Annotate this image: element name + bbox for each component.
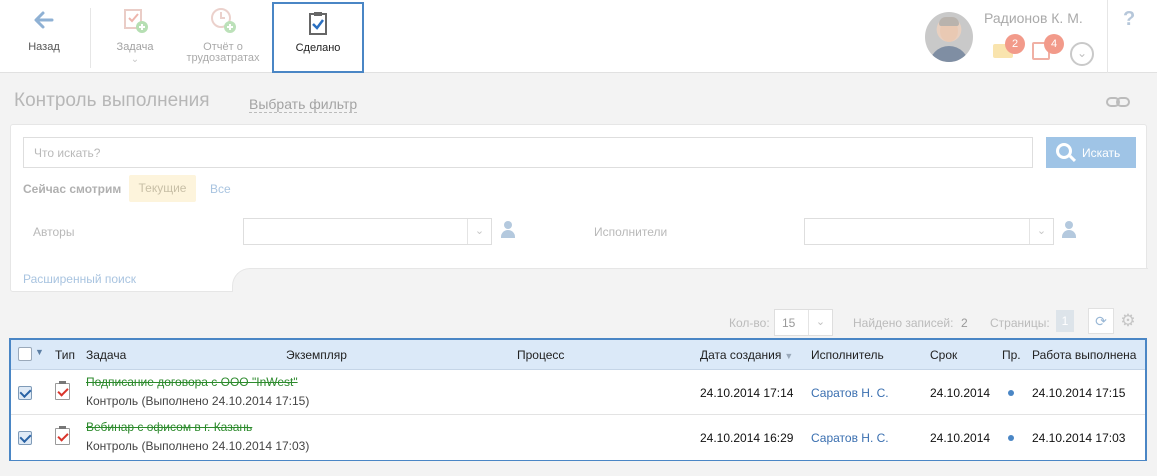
sort-down-icon: ▼ <box>784 351 794 361</box>
gear-icon[interactable]: ⚙ <box>1119 310 1137 332</box>
search-button-label: Искать <box>1082 145 1121 160</box>
priority-dot-icon <box>1008 390 1014 396</box>
page-title: Контроль выполнения <box>14 90 210 111</box>
table-header: ▼ Тип Задача Экземпляр Процесс Дата созд… <box>11 340 1145 370</box>
task-subtitle: Контроль (Выполнено 24.10.2014 17:03) <box>86 439 310 453</box>
advanced-search-link[interactable]: Расширенный поиск <box>23 272 136 286</box>
completed-date: 24.10.2014 17:15 <box>1032 386 1126 400</box>
done-button[interactable]: Сделано <box>272 2 364 73</box>
task-title[interactable]: Подписание договора с ООО "InWest" <box>86 375 298 389</box>
task-count-badge: 4 <box>1044 34 1064 54</box>
person-icon[interactable] <box>1061 221 1077 239</box>
now-viewing-label: Сейчас смотрим <box>23 182 122 196</box>
help-icon[interactable]: ? <box>1123 8 1135 31</box>
user-area: Радионов К. М. 2 4 ⌄ ? <box>917 0 1157 73</box>
chevron-down-icon[interactable]: ⌄ <box>808 310 832 335</box>
performer-link[interactable]: Саратов Н. С. <box>811 431 889 445</box>
row-checkbox[interactable] <box>18 431 32 445</box>
user-name[interactable]: Радионов К. М. <box>984 10 1083 26</box>
task-title[interactable]: Вебинар с офисом в г. Казань <box>86 420 252 434</box>
column-priority[interactable]: Пр. <box>1002 348 1021 362</box>
filter-chip-current[interactable]: Текущие <box>129 175 196 202</box>
column-created-label: Дата создания <box>700 348 782 362</box>
deadline-date: 24.10.2014 <box>930 431 991 445</box>
select-all-checkbox[interactable] <box>18 347 32 361</box>
avatar[interactable] <box>925 12 973 62</box>
task-table: ▼ Тип Задача Экземпляр Процесс Дата созд… <box>9 338 1147 461</box>
column-completed[interactable]: Работа выполнена <box>1032 348 1136 362</box>
priority-dot-icon <box>1008 435 1014 441</box>
panel-tab-notch <box>232 268 1148 292</box>
control-task-icon <box>55 381 70 400</box>
performer-link[interactable]: Саратов Н. С. <box>811 386 889 400</box>
clipboard-check-icon <box>309 12 327 35</box>
control-task-icon <box>55 426 70 445</box>
toolbar: Назад Задача ⌄ Отчёт о трудозатратах Сде… <box>0 0 1157 73</box>
task-subtitle: Контроль (Выполнено 24.10.2014 17:15) <box>86 394 310 408</box>
column-task[interactable]: Задача <box>86 348 126 362</box>
done-label: Сделано <box>295 42 341 54</box>
clock-add-icon <box>211 8 236 33</box>
authors-label: Авторы <box>33 225 75 239</box>
arrow-left-icon <box>34 11 54 29</box>
row-checkbox[interactable] <box>18 386 32 400</box>
search-icon <box>1056 143 1072 159</box>
filter-chip-all[interactable]: Все <box>210 182 231 196</box>
records-found-value: 2 <box>961 316 968 330</box>
task-add-icon <box>124 9 148 33</box>
pages-label: Страницы: <box>990 316 1050 330</box>
search-button[interactable]: Искать <box>1046 137 1136 168</box>
column-process[interactable]: Процесс <box>517 348 564 362</box>
chevron-down-icon[interactable]: ⌄ <box>467 219 491 244</box>
column-deadline[interactable]: Срок <box>930 348 957 362</box>
page-size-select[interactable]: 15 ⌄ <box>774 309 833 336</box>
toolbar-divider <box>90 8 91 68</box>
toolbar-divider <box>1107 0 1108 73</box>
search-input[interactable] <box>23 137 1033 168</box>
work-report-button[interactable]: Отчёт о трудозатратах <box>180 0 266 73</box>
mail-count-badge: 2 <box>1005 34 1025 54</box>
column-performer[interactable]: Исполнитель <box>811 348 884 362</box>
select-filter-link[interactable]: Выбрать фильтр <box>249 96 358 113</box>
page-number[interactable]: 1 <box>1056 310 1074 332</box>
performers-select[interactable]: ⌄ <box>804 218 1054 245</box>
completed-date: 24.10.2014 17:03 <box>1032 431 1126 445</box>
performers-label: Исполнители <box>594 225 668 239</box>
new-task-button[interactable]: Задача ⌄ <box>92 0 178 73</box>
table-row[interactable]: Подписание договора с ООО "InWest" Контр… <box>11 370 1145 415</box>
table-row[interactable]: Вебинар с офисом в г. Казань Контроль (В… <box>11 415 1145 460</box>
page-size-value: 15 <box>782 316 796 330</box>
records-found-label: Найдено записей: <box>853 316 954 330</box>
filter-panel: Искать Сейчас смотрим Текущие Все Авторы… <box>10 124 1148 292</box>
work-report-label-2: трудозатратах <box>186 52 260 64</box>
page-size-label: Кол-во: <box>729 316 770 330</box>
refresh-icon[interactable]: ⟳ <box>1088 308 1114 334</box>
user-menu-chevron-icon[interactable]: ⌄ <box>1070 42 1094 66</box>
deadline-date: 24.10.2014 <box>930 386 991 400</box>
back-label: Назад <box>28 41 60 53</box>
created-date: 24.10.2014 17:14 <box>700 386 794 400</box>
chevron-down-icon[interactable]: ⌄ <box>1029 219 1053 244</box>
chevron-down-icon: ⌄ <box>130 54 140 65</box>
created-date: 24.10.2014 16:29 <box>700 431 794 445</box>
authors-select[interactable]: ⌄ <box>243 218 492 245</box>
back-button[interactable]: Назад <box>0 0 88 73</box>
chevron-down-icon[interactable]: ▼ <box>35 347 44 357</box>
column-type[interactable]: Тип <box>55 348 75 362</box>
person-icon[interactable] <box>500 221 516 239</box>
column-created[interactable]: Дата создания ▼ <box>700 348 793 362</box>
column-instance[interactable]: Экземпляр <box>286 348 347 362</box>
link-icon[interactable] <box>1106 96 1130 108</box>
new-task-label: Задача <box>116 41 154 53</box>
